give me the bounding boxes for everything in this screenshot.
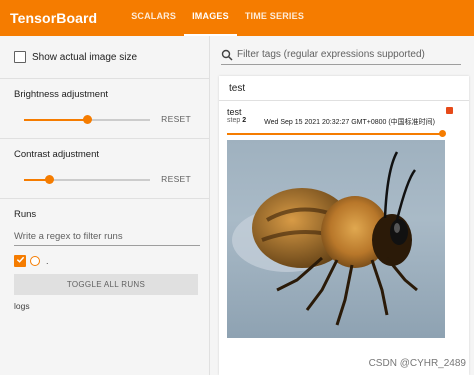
step-slider-knob[interactable]	[439, 130, 446, 137]
step-label: step	[227, 117, 241, 124]
bee-image	[227, 140, 445, 338]
tab-images[interactable]: IMAGES	[184, 0, 237, 36]
contrast-title: Contrast adjustment	[14, 149, 100, 160]
tag-card: test test step 2 Wed Sep 15 2021 20:32:2…	[219, 76, 469, 375]
brightness-reset-button[interactable]: RESET	[161, 114, 191, 124]
contrast-slider[interactable]	[24, 175, 150, 184]
image-card: test step 2 Wed Sep 15 2021 20:32:27 GMT…	[227, 107, 453, 338]
plugin-tabs: SCALARS IMAGES TIME SERIES	[123, 0, 312, 36]
show-actual-size-toggle[interactable]: Show actual image size	[0, 36, 209, 78]
search-icon	[221, 49, 233, 61]
contrast-section: Contrast adjustment RESET	[0, 139, 209, 199]
toggle-all-runs-button[interactable]: TOGGLE ALL RUNS	[14, 274, 198, 295]
image-tag: test	[227, 107, 242, 117]
show-actual-size-checkbox[interactable]	[14, 51, 26, 63]
tab-scalars[interactable]: SCALARS	[123, 0, 184, 36]
watermark: CSDN @CYHR_2489	[368, 358, 466, 369]
top-app-bar: TensorBoard SCALARS IMAGES TIME SERIES	[0, 0, 474, 36]
card-header[interactable]: test	[219, 76, 469, 101]
logdir-label: logs	[14, 301, 30, 311]
step-value: 2	[242, 117, 247, 124]
sidebar: Show actual image size Brightness adjust…	[0, 36, 210, 375]
run-checkbox[interactable]	[14, 255, 26, 267]
image-timestamp: Wed Sep 15 2021 20:32:27 GMT+0800 (中国标准时…	[264, 119, 436, 126]
run-name: .	[46, 256, 49, 266]
brightness-section: Brightness adjustment RESET	[0, 79, 209, 139]
runs-title: Runs	[14, 209, 37, 220]
run-item[interactable]: .	[14, 254, 195, 268]
main-panel: Filter tags (regular expressions support…	[211, 36, 474, 375]
step-row: step 2 Wed Sep 15 2021 20:32:27 GMT+0800…	[227, 117, 447, 127]
contrast-reset-button[interactable]: RESET	[161, 174, 191, 184]
tag-filter-input[interactable]: Filter tags (regular expressions support…	[237, 49, 425, 60]
brightness-slider[interactable]	[24, 115, 150, 124]
run-color-dot[interactable]	[30, 256, 40, 266]
runs-section: Runs Write a regex to filter runs . TOGG…	[0, 199, 209, 311]
show-actual-size-label: Show actual image size	[32, 51, 138, 63]
brightness-title: Brightness adjustment	[14, 89, 108, 100]
actual-size-section: Show actual image size	[0, 36, 209, 79]
tag-filter[interactable]: Filter tags (regular expressions support…	[221, 45, 461, 65]
check-icon	[16, 256, 24, 263]
app-title: TensorBoard	[10, 10, 98, 26]
brightness-slider-knob[interactable]	[82, 115, 92, 124]
contrast-slider-knob[interactable]	[44, 175, 54, 184]
runs-regex-input[interactable]: Write a regex to filter runs	[14, 228, 200, 246]
step-slider[interactable]	[227, 130, 446, 137]
brightness-slider-fill	[24, 119, 87, 121]
expand-icon[interactable]	[446, 107, 453, 114]
tab-time-series[interactable]: TIME SERIES	[237, 0, 312, 36]
bee-illustration	[232, 151, 418, 326]
